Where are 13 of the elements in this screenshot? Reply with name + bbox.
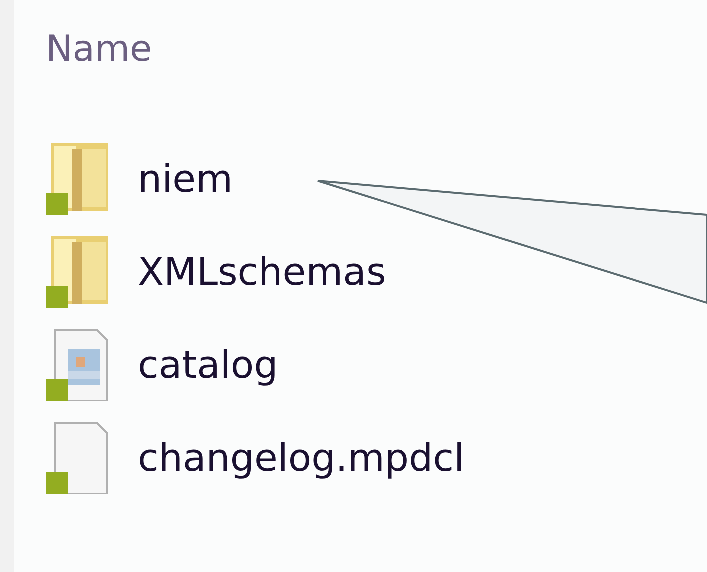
file-name: XMLschemas bbox=[138, 250, 386, 294]
file-row[interactable]: catalog bbox=[46, 330, 465, 400]
file-row[interactable]: changelog.mpdcl bbox=[46, 423, 465, 493]
file-row[interactable]: niem bbox=[46, 144, 465, 214]
folder-icon bbox=[46, 236, 110, 308]
file-name: niem bbox=[138, 157, 234, 201]
file-row[interactable]: XMLschemas bbox=[46, 237, 465, 307]
file-icon bbox=[46, 422, 110, 494]
name-column-header[interactable]: Name bbox=[46, 20, 465, 80]
folder-icon bbox=[46, 143, 110, 215]
file-name: catalog bbox=[138, 343, 278, 387]
file-name: changelog.mpdcl bbox=[138, 436, 465, 480]
image-file-icon bbox=[46, 329, 110, 401]
